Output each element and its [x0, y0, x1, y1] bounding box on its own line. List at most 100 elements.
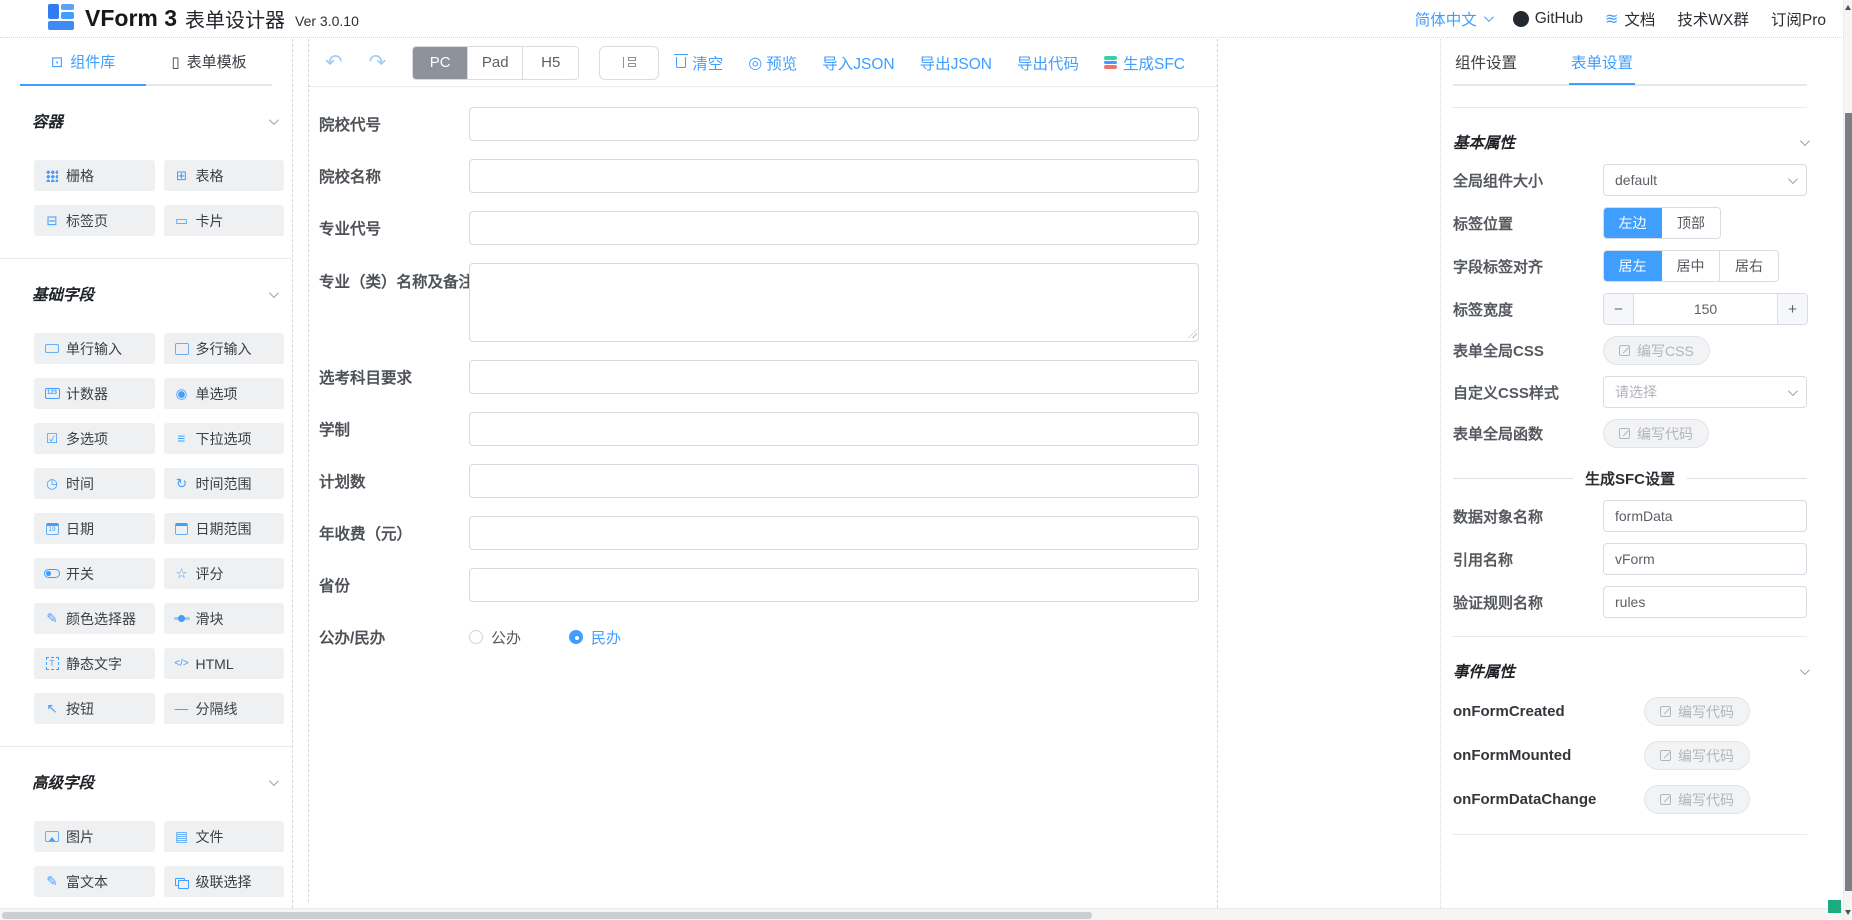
label-align-left[interactable]: 居左 [1604, 251, 1662, 281]
form-field-row[interactable]: 专业（类）名称及备注 [309, 254, 1217, 351]
widget-item-rich-editor[interactable]: ✎富文本 [34, 866, 155, 897]
label-position-left[interactable]: 左边 [1604, 208, 1662, 238]
field-textarea-major-name-remarks[interactable] [469, 263, 1199, 342]
widget-item-select[interactable]: ≡下拉选项 [164, 423, 285, 454]
widget-item-time-range[interactable]: ↻时间范围 [164, 468, 285, 499]
radio-option-private[interactable]: 民办 [569, 627, 621, 648]
form-field-row[interactable]: 省份 [309, 559, 1217, 611]
device-mode-pad[interactable]: Pad [468, 47, 523, 79]
edit-code-button-onFormMounted[interactable]: 编写代码 [1644, 741, 1750, 770]
tab-form-template[interactable]: ▯表单模板 [146, 39, 272, 86]
generate-sfc-button[interactable]: 生成SFC [1104, 52, 1185, 74]
widget-item-switch[interactable]: 开关 [34, 558, 155, 589]
vertical-scrollbar-thumb[interactable] [1845, 113, 1852, 891]
chevron-down-icon[interactable] [269, 288, 279, 298]
redo-button[interactable]: ↷ [369, 52, 387, 73]
form-field-row[interactable]: 计划数 [309, 455, 1217, 507]
widget-item-single-input[interactable]: 单行输入 [34, 333, 155, 364]
label-align-right[interactable]: 居右 [1720, 251, 1778, 281]
widget-item-button[interactable]: ↖按钮 [34, 693, 155, 724]
tab-form-settings[interactable]: 表单设置 [1569, 40, 1635, 85]
radio-option-public[interactable]: 公办 [469, 627, 521, 648]
data-object-name-input[interactable] [1603, 500, 1807, 532]
label-align-center[interactable]: 居中 [1662, 251, 1720, 281]
label-position-top[interactable]: 顶部 [1662, 208, 1720, 238]
widget-item-html[interactable]: </>HTML [164, 648, 285, 679]
tab-widget-settings[interactable]: 组件设置 [1453, 40, 1519, 85]
preview-button[interactable]: ◎预览 [748, 52, 797, 74]
form-field-row[interactable]: 院校名称 [309, 150, 1217, 202]
device-mode-pc[interactable]: PC [413, 47, 468, 79]
field-input-college-code[interactable] [469, 107, 1199, 141]
form-field-row[interactable]: 年收费（元） [309, 507, 1217, 559]
field-input-province[interactable] [469, 568, 1199, 602]
form-field-row[interactable]: 公办/民办 公办 民办 [309, 611, 1217, 663]
form-template-icon: ▯ [171, 53, 179, 71]
form-canvas[interactable]: 院校代号 院校名称 专业代号 专业（类）名称及备注 [309, 88, 1217, 902]
clear-button[interactable]: 清空 [676, 52, 723, 74]
chevron-down-icon[interactable] [269, 776, 279, 786]
widget-item-table[interactable]: ⊞表格 [164, 160, 285, 191]
widget-item-checkbox[interactable]: ☑多选项 [34, 423, 155, 454]
widget-item-static-text[interactable]: T静态文字 [34, 648, 155, 679]
edit-css-button[interactable]: 编写CSS [1603, 336, 1710, 365]
field-input-annual-fee[interactable] [469, 516, 1199, 550]
field-label: 计划数 [319, 470, 469, 492]
export-code-button[interactable]: 导出代码 [1017, 52, 1079, 74]
form-field-row[interactable]: 院校代号 [309, 98, 1217, 150]
global-size-select[interactable]: default [1603, 164, 1807, 196]
stepper-increase-button[interactable]: + [1777, 294, 1807, 324]
scroll-up-arrow-icon[interactable] [1845, 5, 1851, 10]
docs-link[interactable]: ≋文档 [1605, 8, 1655, 30]
node-tree-button[interactable] [599, 46, 659, 80]
widget-item-color-picker[interactable]: ✎颜色选择器 [34, 603, 155, 634]
wx-group-link[interactable]: 技术WX群 [1677, 8, 1748, 30]
edit-functions-button[interactable]: 编写代码 [1603, 419, 1709, 448]
widget-item-card[interactable]: ▭卡片 [164, 205, 285, 236]
widget-item-cascader[interactable]: 级联选择 [164, 866, 285, 897]
field-input-major-code[interactable] [469, 211, 1199, 245]
widget-item-date[interactable]: 19日期 [34, 513, 155, 544]
ref-name-input[interactable] [1603, 543, 1807, 575]
edit-code-button-onFormCreated[interactable]: 编写代码 [1644, 697, 1750, 726]
tab-widget-library[interactable]: ⊡组件库 [20, 39, 146, 86]
horizontal-scrollbar-thumb[interactable] [2, 912, 1092, 919]
form-field-row[interactable]: 学制 [309, 403, 1217, 455]
field-input-subject-requirements[interactable] [469, 360, 1199, 394]
chevron-down-icon[interactable] [1800, 665, 1810, 675]
widget-item-rate[interactable]: ☆评分 [164, 558, 285, 589]
widget-item-number[interactable]: 123计数器 [34, 378, 155, 409]
widget-item-slider[interactable]: 滑块 [164, 603, 285, 634]
language-selector[interactable]: 简体中文 [1415, 8, 1491, 30]
widget-item-textarea[interactable]: 多行输入 [164, 333, 285, 364]
vertical-scrollbar[interactable] [1843, 0, 1852, 920]
widget-item-file-upload[interactable]: ▤文件 [164, 821, 285, 852]
scroll-down-arrow-icon[interactable] [1845, 910, 1851, 915]
import-json-button[interactable]: 导入JSON [822, 52, 894, 74]
field-input-plan-count[interactable] [469, 464, 1199, 498]
export-json-button[interactable]: 导出JSON [920, 52, 992, 74]
device-mode-h5[interactable]: H5 [523, 47, 578, 79]
widget-item-divider[interactable]: —分隔线 [164, 693, 285, 724]
widget-item-date-range[interactable]: 日期范围 [164, 513, 285, 544]
edit-code-button-onFormDataChange[interactable]: 编写代码 [1644, 785, 1750, 814]
custom-class-select[interactable]: 请选择 [1603, 376, 1807, 408]
chevron-down-icon[interactable] [269, 115, 279, 125]
widget-item-tab[interactable]: ⊟标签页 [34, 205, 155, 236]
rules-name-input[interactable] [1603, 586, 1807, 618]
form-field-row[interactable]: 专业代号 [309, 202, 1217, 254]
subscribe-pro-link[interactable]: 订阅Pro [1771, 8, 1826, 30]
undo-button[interactable]: ↶ [325, 52, 343, 73]
horizontal-scrollbar[interactable] [0, 908, 1843, 920]
widget-item-radio[interactable]: ◉单选项 [164, 378, 285, 409]
label-width-input[interactable] [1634, 294, 1777, 324]
form-field-row[interactable]: 选考科目要求 [309, 351, 1217, 403]
github-link[interactable]: GitHub [1513, 10, 1583, 28]
stepper-decrease-button[interactable]: − [1604, 294, 1634, 324]
field-input-study-length[interactable] [469, 412, 1199, 446]
widget-item-picture-upload[interactable]: 图片 [34, 821, 155, 852]
widget-item-grid[interactable]: 栅格 [34, 160, 155, 191]
field-input-college-name[interactable] [469, 159, 1199, 193]
chevron-down-icon[interactable] [1800, 136, 1810, 146]
widget-item-time[interactable]: ◷时间 [34, 468, 155, 499]
